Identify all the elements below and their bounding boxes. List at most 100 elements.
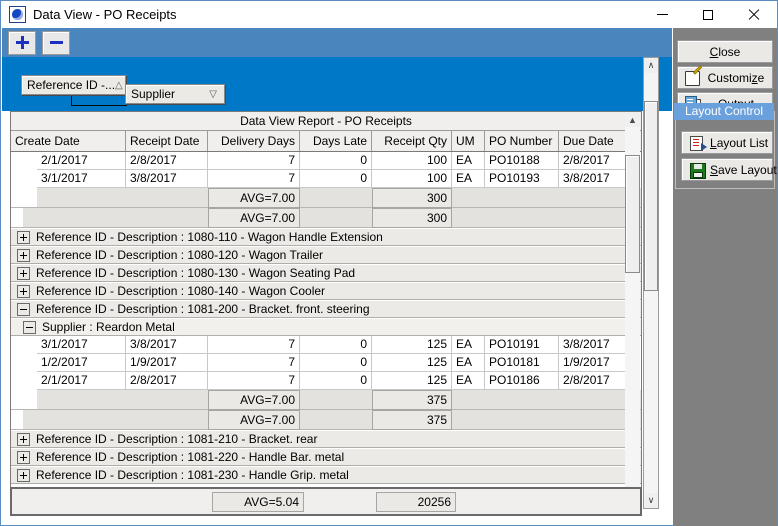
report-header: Data View Report - PO Receipts — [11, 112, 641, 131]
summary-total-receipt-qty: 300 — [372, 188, 452, 208]
table-cell[interactable]: 7 — [208, 152, 300, 170]
column-header[interactable]: Due Date — [559, 131, 635, 151]
reference-group-row[interactable]: Reference ID - Description : 1081-200 - … — [11, 300, 641, 318]
table-cell[interactable]: PO10193 — [485, 170, 559, 188]
expand-icon[interactable] — [17, 468, 30, 482]
column-header[interactable]: UM — [452, 131, 485, 151]
summary-spacer — [452, 208, 635, 228]
table-cell[interactable]: 2/8/2017 — [126, 372, 208, 390]
table-row[interactable]: 3/1/2017 3/8/2017 7 0 100 EA PO10193 3/8/2017 — [11, 170, 641, 188]
table-cell[interactable]: 3/8/2017 — [559, 170, 635, 188]
customize-button[interactable]: Customize — [677, 66, 773, 89]
table-cell[interactable]: 2/1/2017 — [37, 152, 126, 170]
table-cell[interactable]: EA — [452, 372, 485, 390]
table-cell[interactable]: 125 — [372, 354, 452, 372]
layout-control-title: Layout Control — [674, 103, 774, 120]
reference-group-row[interactable]: Reference ID - Description : 1081-210 - … — [11, 430, 641, 448]
supplier-group-row[interactable]: Supplier : Reardon Metal — [11, 318, 641, 336]
group-field-supplier[interactable]: Supplier ▽ — [125, 84, 225, 104]
column-header[interactable]: PO Number — [485, 131, 559, 151]
column-header[interactable]: Create Date — [11, 131, 126, 151]
table-cell[interactable]: 0 — [300, 336, 372, 354]
table-cell[interactable]: 3/8/2017 — [126, 336, 208, 354]
reference-group-row[interactable]: Reference ID - Description : 1080-130 - … — [11, 264, 641, 282]
table-cell[interactable]: 3/1/2017 — [37, 336, 126, 354]
group-summary-row: AVG=7.00 300 — [11, 188, 641, 208]
expand-icon[interactable] — [17, 230, 30, 244]
column-header[interactable]: Receipt Qty — [372, 131, 452, 151]
outer-scroll-down-button[interactable]: ∨ — [644, 493, 658, 508]
expand-icon[interactable] — [17, 266, 30, 280]
scroll-thumb[interactable] — [625, 155, 640, 273]
table-cell[interactable]: 0 — [300, 354, 372, 372]
outer-vertical-scrollbar[interactable]: ∧ ∨ — [643, 57, 659, 509]
table-cell[interactable]: 0 — [300, 152, 372, 170]
column-header[interactable]: Days Late — [300, 131, 372, 151]
table-cell[interactable]: 3/1/2017 — [37, 170, 126, 188]
reference-group-row[interactable]: Reference ID - Description : 1081-230 - … — [11, 466, 641, 484]
column-header[interactable]: Receipt Date — [126, 131, 208, 151]
scroll-up-button[interactable]: ▲ — [625, 112, 640, 127]
outer-scroll-thumb[interactable] — [644, 101, 658, 291]
reference-group-row[interactable]: Reference ID - Description : 1080-110 - … — [11, 228, 641, 246]
table-cell[interactable]: 7 — [208, 336, 300, 354]
table-cell[interactable]: PO10181 — [485, 354, 559, 372]
table-cell[interactable]: 3/8/2017 — [126, 170, 208, 188]
close-icon — [748, 9, 760, 21]
table-cell[interactable]: 2/1/2017 — [37, 372, 126, 390]
layout-list-button[interactable]: Layout List — [681, 131, 773, 154]
table-cell[interactable]: 125 — [372, 336, 452, 354]
reference-group-row[interactable]: Reference ID - Description : 1081-220 - … — [11, 448, 641, 466]
row-indent — [11, 208, 23, 227]
grid-vertical-scrollbar[interactable]: ▲ ▼ — [625, 112, 640, 508]
collapse-icon[interactable] — [23, 320, 36, 334]
table-cell[interactable]: 100 — [372, 170, 452, 188]
table-cell[interactable]: 7 — [208, 170, 300, 188]
outer-scroll-up-button[interactable]: ∧ — [644, 58, 658, 73]
table-cell[interactable]: PO10191 — [485, 336, 559, 354]
table-row[interactable]: 2/1/2017 2/8/2017 7 0 100 EA PO10188 2/8/2017 — [11, 152, 641, 170]
minimize-button[interactable] — [639, 1, 685, 28]
table-row[interactable]: 3/1/2017 3/8/2017 7 0 125 EA PO10191 3/8/2017 — [11, 336, 641, 354]
table-cell[interactable]: 3/8/2017 — [559, 336, 635, 354]
table-cell[interactable]: 2/8/2017 — [559, 372, 635, 390]
table-cell[interactable]: 0 — [300, 372, 372, 390]
table-row[interactable]: 2/1/2017 2/8/2017 7 0 125 EA PO10186 2/8/2017 — [11, 372, 641, 390]
table-cell[interactable]: 1/9/2017 — [126, 354, 208, 372]
expand-all-button[interactable] — [8, 30, 36, 55]
expand-icon[interactable] — [17, 248, 30, 262]
table-row[interactable]: 1/2/2017 1/9/2017 7 0 125 EA PO10181 1/9/2017 — [11, 354, 641, 372]
table-cell[interactable]: 1/2/2017 — [37, 354, 126, 372]
collapse-all-button[interactable] — [42, 30, 70, 55]
table-cell[interactable]: 2/8/2017 — [559, 152, 635, 170]
table-cell[interactable]: 0 — [300, 170, 372, 188]
group-by-panel[interactable]: Reference ID -... △ Supplier ▽ — [2, 57, 672, 111]
table-cell[interactable]: 2/8/2017 — [126, 152, 208, 170]
table-cell[interactable]: PO10186 — [485, 372, 559, 390]
column-header[interactable]: Delivery Days — [208, 131, 300, 151]
expand-icon[interactable] — [17, 450, 30, 464]
save-layout-button[interactable]: Save Layout — [681, 158, 777, 181]
reference-group-row[interactable]: Reference ID - Description : 1080-120 - … — [11, 246, 641, 264]
table-cell[interactable]: 7 — [208, 372, 300, 390]
table-cell[interactable]: PO10188 — [485, 152, 559, 170]
reference-group-row[interactable]: Reference ID - Description : 1080-140 - … — [11, 282, 641, 300]
table-cell[interactable]: 7 — [208, 354, 300, 372]
table-cell[interactable]: 125 — [372, 372, 452, 390]
table-cell[interactable]: EA — [452, 170, 485, 188]
scroll-track[interactable] — [625, 127, 640, 493]
table-cell[interactable]: 1/9/2017 — [559, 354, 635, 372]
table-cell[interactable]: 100 — [372, 152, 452, 170]
table-cell[interactable]: EA — [452, 354, 485, 372]
table-cell[interactable]: EA — [452, 152, 485, 170]
table-cell[interactable]: EA — [452, 336, 485, 354]
collapse-icon[interactable] — [17, 302, 30, 316]
minimize-icon — [656, 14, 668, 15]
group-field-reference-id[interactable]: Reference ID -... △ — [21, 75, 126, 95]
summary-average-delivery-days: AVG=7.00 — [208, 188, 300, 208]
close-button[interactable] — [731, 1, 777, 28]
expand-icon[interactable] — [17, 432, 30, 446]
maximize-button[interactable] — [685, 1, 731, 28]
expand-icon[interactable] — [17, 284, 30, 298]
close-action-button[interactable]: Close — [677, 40, 773, 63]
